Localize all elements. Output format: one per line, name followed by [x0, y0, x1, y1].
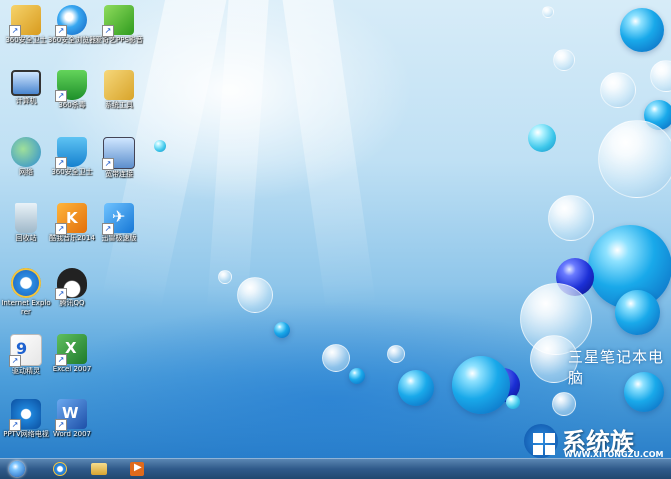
- desktop-icon-network[interactable]: 网络: [1, 137, 51, 177]
- bubble: [452, 356, 510, 414]
- desktop-icon-word[interactable]: W ↗ Word 2007: [47, 399, 97, 439]
- video-icon: ↗: [102, 5, 134, 37]
- start-button[interactable]: [4, 461, 30, 477]
- computer-icon: [11, 70, 41, 96]
- desktop-icon-iqiyi-pps[interactable]: ↗ 爱奇艺PPS影音: [94, 5, 144, 45]
- desktop-icon-360-browser[interactable]: ↗ 360安全浏览器: [47, 5, 97, 45]
- file-explorer-icon: [91, 463, 107, 475]
- desktop-icon-label: 回收站: [15, 234, 37, 242]
- watermark-url: WWW.XITONGZU.COM: [564, 450, 664, 458]
- desktop-icon-label: 迅雷极速版: [101, 234, 137, 242]
- desktop-icon-label: PPTV网络电视: [3, 430, 49, 438]
- bubble: [598, 120, 671, 198]
- shield-icon: ↗: [55, 137, 87, 169]
- bubble: [553, 49, 575, 71]
- recycle-bin-icon: [15, 203, 37, 233]
- desktop-icon-label: 驱动精灵: [12, 367, 40, 375]
- desktop-icon-label: 酷我音乐2014: [49, 234, 95, 242]
- music-icon: K ↗: [55, 203, 87, 235]
- bubble: [398, 370, 434, 406]
- bubble: [615, 290, 660, 335]
- folder-icon: [104, 70, 134, 100]
- desktop-icon-system-tools[interactable]: 系统工具: [94, 70, 144, 110]
- bubble: [387, 345, 405, 363]
- desktop-icon-label: 计算机: [15, 97, 37, 105]
- windows-orb-icon: [9, 461, 25, 477]
- shield-icon: ↗: [55, 70, 87, 102]
- desktop-icon-pptv[interactable]: ↗ PPTV网络电视: [1, 399, 51, 439]
- bubble: [506, 395, 520, 409]
- desktop-icon-label: 宽带连接: [105, 170, 133, 178]
- folder-icon: ↗: [9, 5, 41, 37]
- windows-logo-icon: [524, 424, 558, 458]
- desktop-icon-label: Internet Explorer: [1, 299, 51, 316]
- bubble: [650, 60, 671, 92]
- browser-icon: ↗: [55, 5, 87, 37]
- ie-icon: [53, 462, 67, 476]
- bubble: [218, 270, 232, 284]
- bubble: [528, 124, 556, 152]
- download-icon: ✈ ↗: [102, 203, 134, 235]
- bubble: [274, 322, 290, 338]
- desktop-icon-360-antivirus[interactable]: ↗ 360杀毒: [47, 70, 97, 110]
- desktop-icon-label: 360杀毒: [58, 101, 86, 109]
- desktop-icon-360-safe[interactable]: ↗ 360安全卫士: [1, 5, 51, 45]
- desktop-icon-label: Excel 2007: [52, 365, 92, 373]
- taskbar-ie[interactable]: [47, 461, 73, 477]
- bubble: [542, 6, 554, 18]
- app-icon: 9 ↗: [9, 334, 42, 367]
- desktop-icon-label: 爱奇艺PPS影音: [95, 36, 143, 44]
- bubble: [552, 392, 576, 416]
- desktop-icon-label: 360安全卫士: [5, 36, 47, 44]
- desktop-icon-label: 系统工具: [105, 101, 133, 109]
- desktop: ↗ 360安全卫士 计算机 网络 回收站 Internet Explorer 9…: [0, 0, 671, 458]
- watermark: 系统族 WWW.XITONGZU.COM: [520, 421, 671, 458]
- desktop-icon-ie[interactable]: Internet Explorer: [1, 268, 51, 317]
- excel-icon: X ↗: [55, 334, 87, 366]
- taskbar-file-explorer[interactable]: [86, 461, 112, 477]
- bubble: [349, 368, 365, 384]
- tv-icon: ↗: [9, 399, 41, 431]
- taskbar: ▶: [0, 458, 671, 479]
- network-icon: [11, 137, 41, 167]
- media-player-icon: ▶: [130, 462, 144, 476]
- desktop-icon-label: 腾讯QQ: [59, 299, 85, 307]
- taskbar-media-player[interactable]: ▶: [124, 461, 150, 477]
- desktop-icon-360-guard[interactable]: ↗ 360安全卫士: [47, 137, 97, 177]
- ie-icon: [11, 268, 41, 298]
- bubble: [548, 195, 594, 241]
- light-ray: [280, 0, 376, 311]
- desktop-icon-label: Word 2007: [52, 430, 92, 438]
- brand-text: 三星笔记本电脑: [568, 348, 665, 387]
- desktop-icon-label: 360安全卫士: [51, 168, 93, 176]
- network-icon: ↗: [102, 137, 135, 170]
- desktop-icon-qq[interactable]: ↗ 腾讯QQ: [47, 268, 97, 308]
- bubble: [620, 8, 664, 52]
- bubble: [600, 72, 636, 108]
- bubble: [237, 277, 273, 313]
- desktop-icon-label: 网络: [19, 168, 33, 176]
- desktop-icon-driver[interactable]: 9 ↗ 驱动精灵: [1, 334, 51, 376]
- desktop-icon-recycle-bin[interactable]: 回收站: [1, 203, 51, 243]
- desktop-icon-label: 360安全浏览器: [47, 36, 97, 44]
- bubble: [322, 344, 350, 372]
- desktop-icon-computer[interactable]: 计算机: [1, 70, 51, 106]
- qq-icon: ↗: [55, 268, 87, 300]
- desktop-icon-excel[interactable]: X ↗ Excel 2007: [47, 334, 97, 374]
- desktop-icon-kuwo[interactable]: K ↗ 酷我音乐2014: [47, 203, 97, 243]
- desktop-icon-broadband[interactable]: ↗ 宽带连接: [94, 137, 144, 179]
- desktop-icon-xunlei[interactable]: ✈ ↗ 迅雷极速版: [94, 203, 144, 243]
- word-icon: W ↗: [55, 399, 87, 431]
- bubble: [154, 140, 166, 152]
